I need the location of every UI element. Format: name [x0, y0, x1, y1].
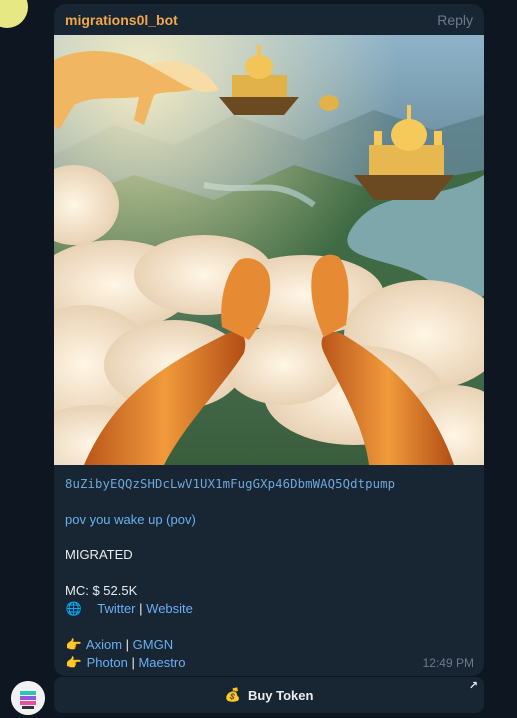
twitter-link[interactable]: Twitter	[97, 601, 135, 616]
buy-token-label: Buy Token	[247, 687, 314, 703]
contract-address[interactable]: 8uZibyEQQzSHDcLwV1UX1mFugGXp46DbmWAQ5Qdt…	[65, 475, 395, 493]
reply-button[interactable]: Reply	[437, 12, 473, 28]
trade-links-row-2: 👉 Photon | Maestro	[65, 654, 186, 672]
website-link[interactable]: Website	[146, 601, 193, 616]
money-bag-icon: 💰	[224, 687, 241, 702]
bot-avatar[interactable]	[11, 681, 45, 715]
maestro-link[interactable]: Maestro	[138, 655, 185, 670]
message-header: migrations0l_bot Reply	[54, 4, 484, 36]
pointing-hand-icon: 👉	[65, 637, 83, 652]
photon-link[interactable]: Photon	[87, 655, 128, 670]
market-cap: MC: $ 52.5K	[65, 583, 138, 598]
globe-icon: 🌐	[65, 601, 83, 616]
message-bubble: migrations0l_bot Reply 8uZibyEQQzSHDcLwV…	[54, 4, 484, 676]
gmgn-link[interactable]: GMGN	[133, 637, 173, 652]
status-text: MIGRATED	[65, 547, 133, 562]
separator: |	[139, 601, 143, 616]
pointing-hand-icon: 👉	[65, 655, 83, 670]
social-links-row: 🌐 Twitter | Website	[65, 600, 193, 618]
token-name-link[interactable]: pov you wake up (pov)	[65, 511, 196, 529]
separator: |	[125, 637, 130, 652]
external-arrow-icon: ↗	[468, 680, 478, 692]
message-time: 12:49 PM	[422, 656, 474, 670]
scroll-indicator-dot	[0, 0, 28, 28]
axiom-link[interactable]: Axiom	[86, 637, 122, 652]
message-photo[interactable]	[54, 35, 484, 465]
buy-token-button[interactable]: 💰 Buy Token ↗	[54, 677, 484, 713]
separator: |	[131, 655, 135, 670]
trade-links-row-1: 👉 Axiom | GMGN	[65, 636, 173, 654]
sender-name[interactable]: migrations0l_bot	[65, 12, 178, 28]
